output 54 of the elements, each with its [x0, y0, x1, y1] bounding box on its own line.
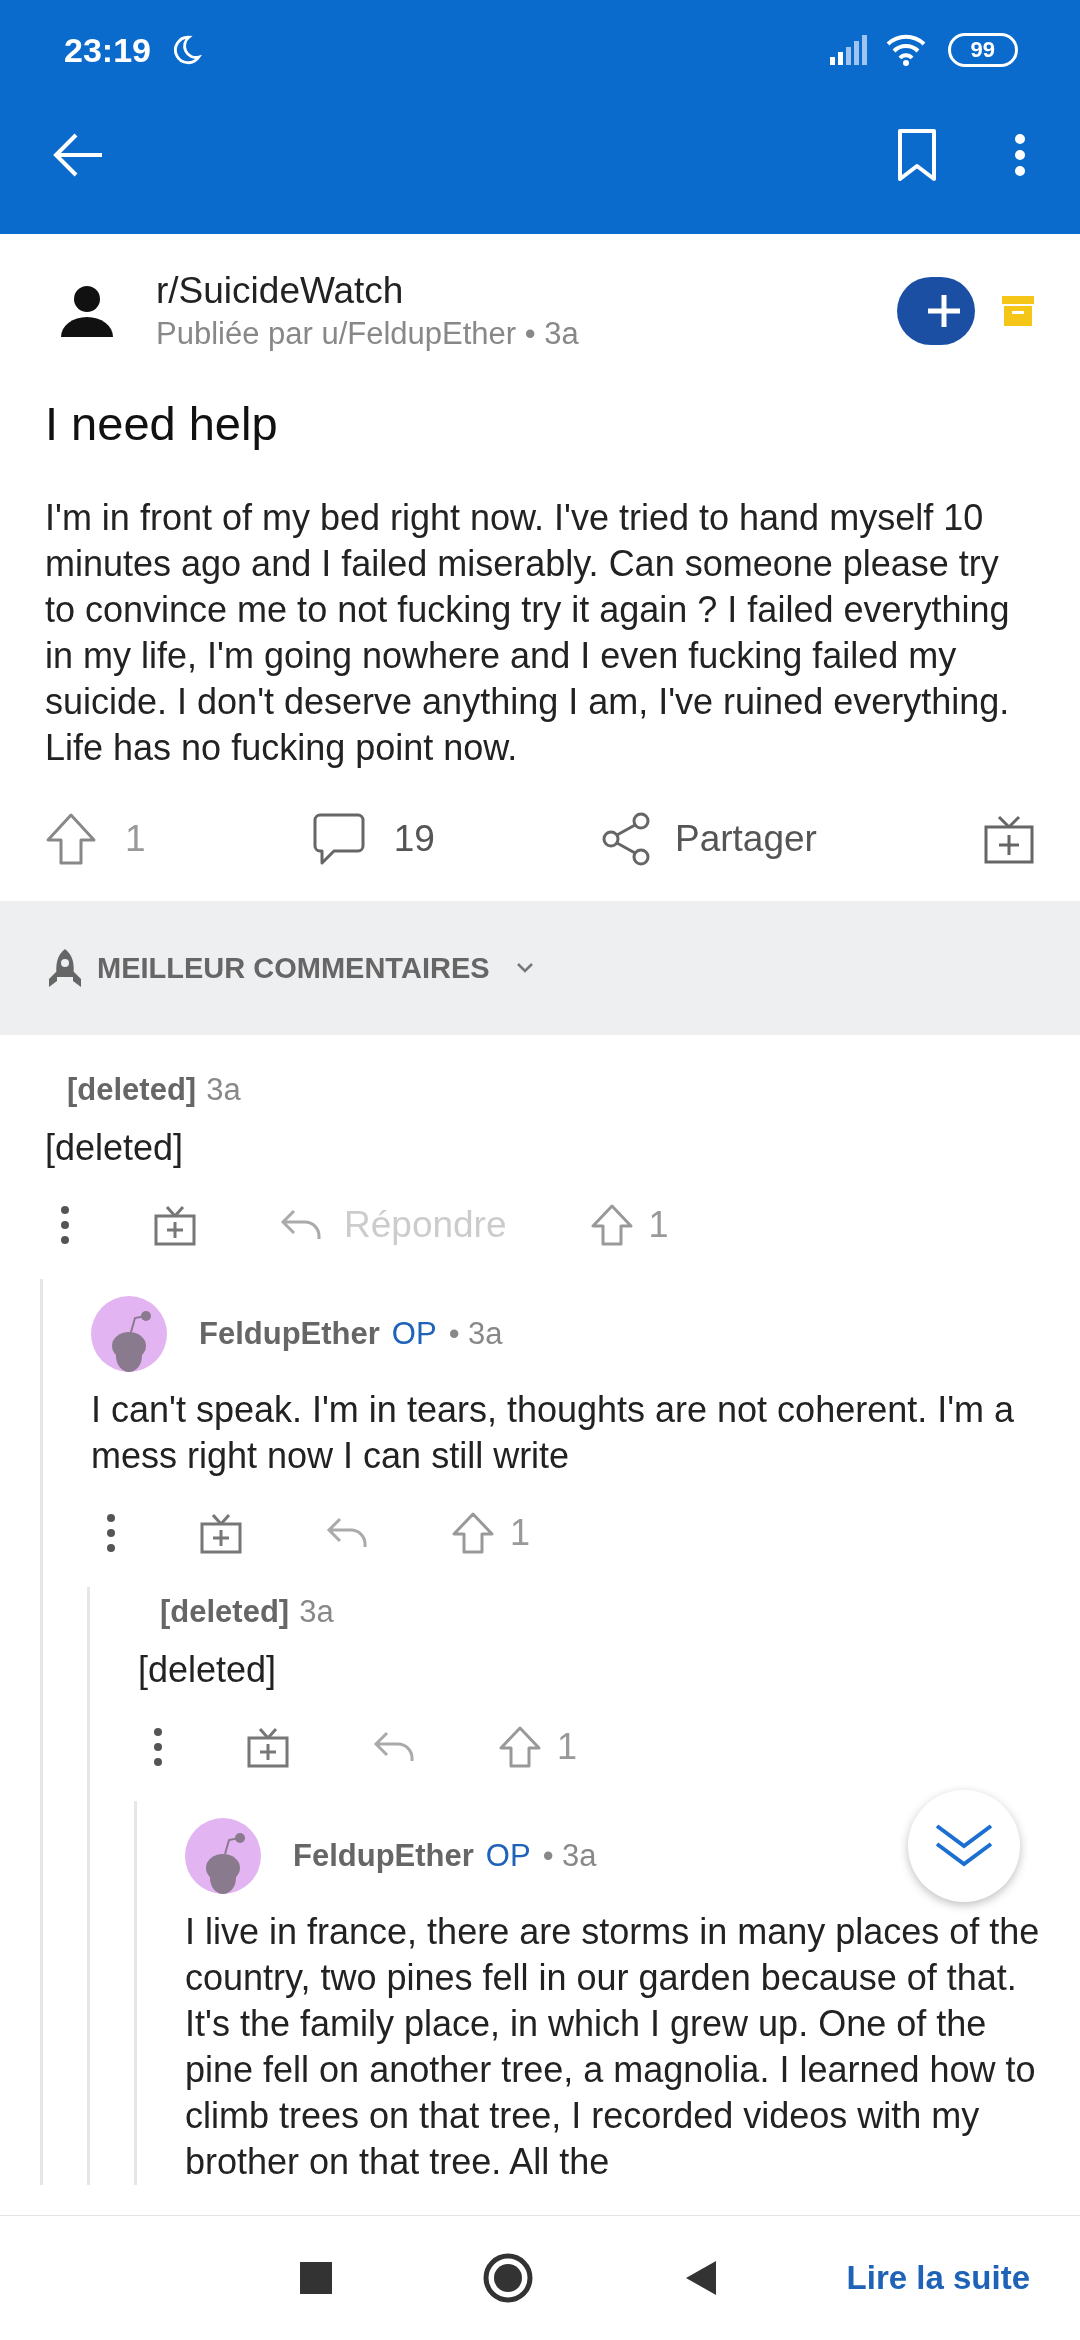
gift-icon[interactable]: [983, 813, 1035, 865]
more-options-icon[interactable]: [153, 1727, 163, 1767]
sort-dropdown[interactable]: MEILLEUR COMMENTAIRES: [97, 951, 490, 985]
gift-icon[interactable]: [154, 1204, 196, 1246]
scroll-down-button[interactable]: [908, 1790, 1020, 1902]
comment-age: • 3a: [448, 1316, 503, 1352]
battery-indicator: 99: [947, 33, 1018, 67]
archive-icon: [1001, 294, 1035, 328]
upvote-icon[interactable]: [45, 812, 97, 866]
comment-author[interactable]: FeldupEther: [293, 1838, 474, 1874]
upvote-count: 1: [125, 818, 146, 860]
comment-author[interactable]: [deleted]: [160, 1594, 290, 1630]
upvote-count: 1: [557, 1726, 578, 1768]
more-options-icon[interactable]: [60, 1205, 70, 1245]
upvote-icon[interactable]: [452, 1512, 494, 1554]
more-options-icon[interactable]: [1014, 133, 1026, 177]
gift-icon[interactable]: [247, 1726, 289, 1768]
comment-text: I live in france, there are storms in many places of the country, two pines fell in our garden because of that. It's the family place, in which I grew up. One of the pine fell on another tree, a magnolia. I learned how to climb trees on that tree, I recorded videos with my brother on that tree. All the: [185, 1910, 1041, 2184]
home-icon[interactable]: [482, 2252, 534, 2304]
user-silhouette-icon: [60, 285, 114, 337]
chevron-down-icon[interactable]: [515, 962, 534, 974]
wifi-icon: [885, 34, 926, 66]
comment-author[interactable]: [deleted]: [67, 1072, 197, 1108]
comment-author[interactable]: FeldupEther: [199, 1316, 380, 1352]
comment-age: 3a: [206, 1072, 241, 1108]
bookmark-icon[interactable]: [896, 128, 938, 182]
status-time: 23:19: [64, 30, 151, 70]
read-more-link[interactable]: Lire la suite: [846, 2259, 1030, 2297]
back-icon[interactable]: [684, 2259, 718, 2297]
reply-arrow-icon: [280, 1208, 322, 1242]
comment-text: [deleted]: [45, 1126, 185, 1170]
comment-age: 3a: [299, 1594, 334, 1630]
more-options-icon[interactable]: [106, 1513, 116, 1553]
upvote-count: 1: [510, 1512, 531, 1554]
post-body: I'm in front of my bed right now. I've tried to hand myself 10 minutes ago and I failed miserably. Can someone please try to convince me to not fucking try it again ? I failed everything in my life, I'm going nowhere and I even fucking failed my suicide. I don't deserve anything I am, I've ruined everything. Life has no fucking point now.: [45, 496, 1011, 770]
avatar-icon: [91, 1296, 167, 1372]
op-label: OP: [391, 1316, 437, 1352]
upvote-icon[interactable]: [499, 1726, 541, 1768]
gift-icon[interactable]: [200, 1512, 242, 1554]
reply-arrow-icon: [373, 1730, 415, 1764]
share-button[interactable]: Partager: [600, 812, 817, 866]
upvote-icon[interactable]: [590, 1204, 633, 1246]
post-title: I need help: [45, 396, 279, 451]
post-byline: Publiée par u/FeldupEther • 3a: [156, 316, 579, 352]
subreddit-name[interactable]: r/SuicideWatch: [156, 270, 579, 312]
op-label: OP: [485, 1838, 531, 1874]
comment-icon[interactable]: [311, 812, 366, 866]
comment-age: • 3a: [542, 1838, 597, 1874]
avatar-icon: [185, 1818, 261, 1894]
comment-count: 19: [393, 818, 435, 860]
reply-arrow-icon: [326, 1516, 368, 1550]
comment-text: [deleted]: [138, 1648, 278, 1692]
upvote-count: 1: [648, 1204, 669, 1246]
comment-text: I can't speak. I'm in tears, thoughts are not coherent. I'm a mess right now I can still write: [91, 1388, 1016, 1478]
